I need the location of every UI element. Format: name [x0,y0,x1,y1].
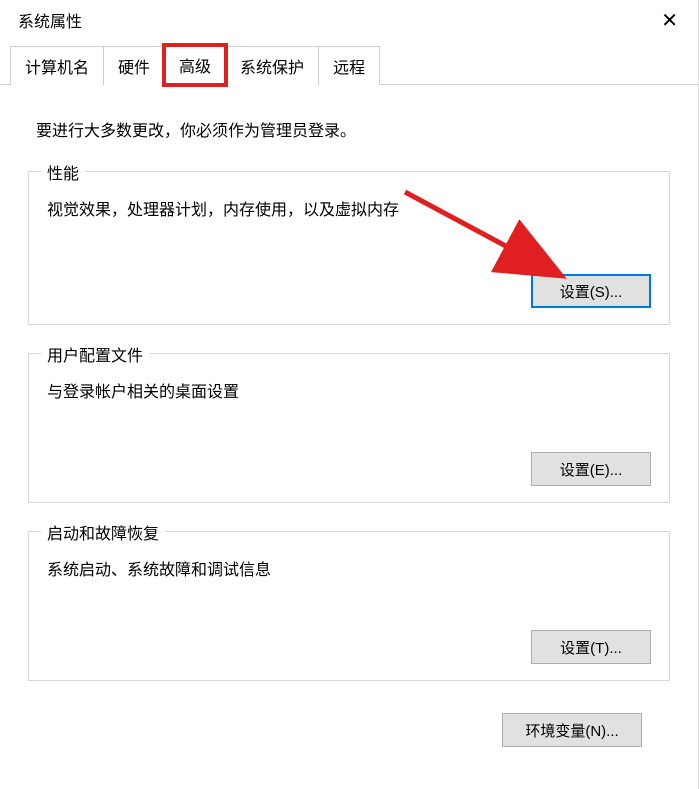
titlebar: 系统属性 ✕ [0,0,698,40]
tab-content: 要进行大多数更改，你必须作为管理员登录。 性能 视觉效果，处理器计划，内存使用，… [0,85,698,767]
startup-recovery-desc: 系统启动、系统故障和调试信息 [47,556,651,580]
close-icon[interactable]: ✕ [653,4,686,37]
group-performance: 性能 视觉效果，处理器计划，内存使用，以及虚拟内存 设置(S)... [28,171,670,325]
tab-system-protection[interactable]: 系统保护 [225,46,319,85]
group-startup-recovery-legend: 启动和故障恢复 [41,520,165,544]
group-startup-recovery: 启动和故障恢复 系统启动、系统故障和调试信息 设置(T)... [28,531,670,681]
tab-hardware[interactable]: 硬件 [103,46,165,85]
system-properties-window: 系统属性 ✕ 计算机名 硬件 高级 系统保护 远程 要进行大多数更改，你必须作为… [0,0,699,789]
tab-strip: 计算机名 硬件 高级 系统保护 远程 [0,40,698,85]
performance-settings-button[interactable]: 设置(S)... [531,274,651,308]
group-user-profiles-legend: 用户配置文件 [41,342,149,366]
startup-recovery-settings-button[interactable]: 设置(T)... [531,630,651,664]
user-profiles-desc: 与登录帐户相关的桌面设置 [47,378,651,402]
group-performance-legend: 性能 [41,160,85,184]
tab-remote[interactable]: 远程 [318,46,380,85]
admin-note: 要进行大多数更改，你必须作为管理员登录。 [36,117,670,141]
user-profiles-settings-button[interactable]: 设置(E)... [531,452,651,486]
group-user-profiles: 用户配置文件 与登录帐户相关的桌面设置 设置(E)... [28,353,670,503]
tab-advanced[interactable]: 高级 [164,45,226,85]
window-title: 系统属性 [18,8,82,32]
performance-desc: 视觉效果，处理器计划，内存使用，以及虚拟内存 [47,196,651,220]
tab-computer-name[interactable]: 计算机名 [10,46,104,85]
environment-variables-button[interactable]: 环境变量(N)... [502,713,642,747]
